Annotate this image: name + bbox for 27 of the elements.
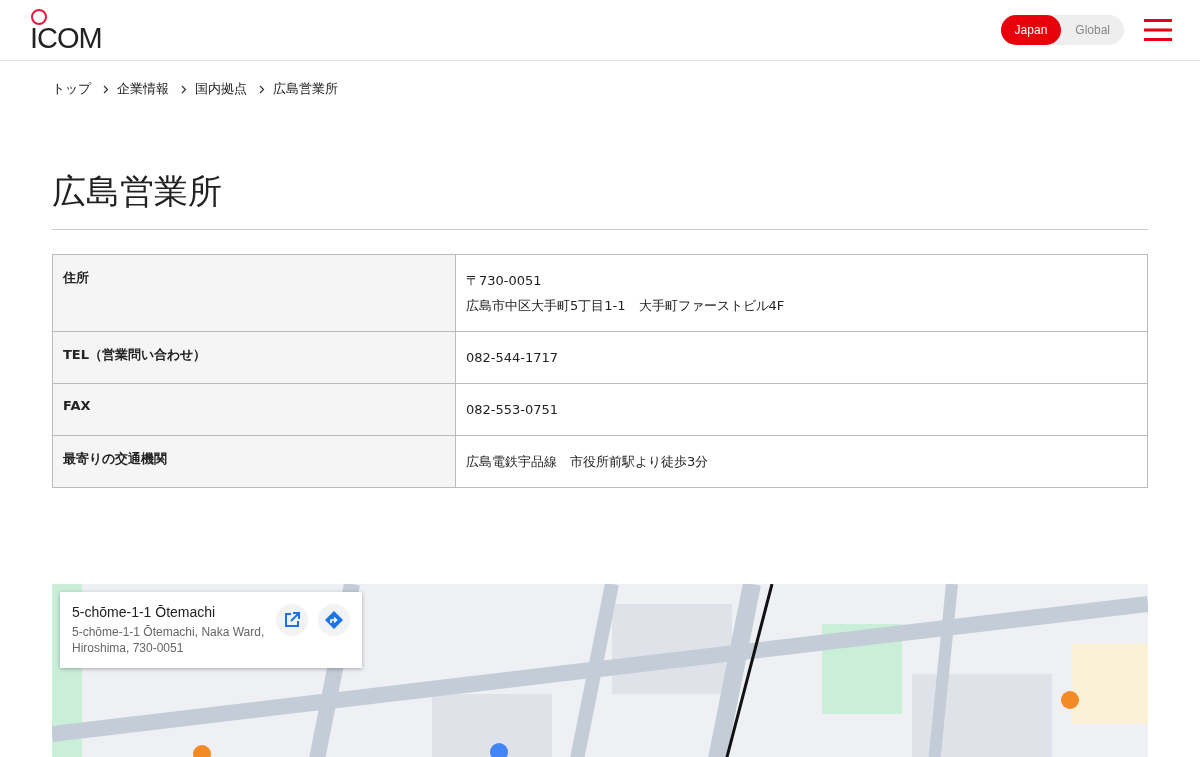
place-title: 5-chōme-1-1 Ōtemachi bbox=[72, 604, 217, 620]
row-value: 082-553-0751 bbox=[455, 383, 1148, 436]
menu-icon[interactable] bbox=[1144, 17, 1172, 43]
row-value: 〒730-0051 広島市中区大手町5丁目1-1 大手町ファーストビル4F bbox=[455, 254, 1148, 332]
row-label: TEL（営業問い合わせ） bbox=[52, 331, 456, 384]
row-label: 最寄りの交通機関 bbox=[52, 435, 456, 488]
external-link-icon bbox=[283, 611, 301, 629]
breadcrumb-link[interactable]: トップ bbox=[52, 80, 91, 98]
chevron-icon bbox=[181, 84, 187, 94]
page-title: 広島営業所 bbox=[52, 169, 1148, 230]
chevron-icon bbox=[103, 84, 109, 94]
logo-text: ICOM bbox=[30, 23, 102, 53]
row-label: 住所 bbox=[52, 254, 456, 332]
breadcrumb-link[interactable]: 企業情報 bbox=[117, 80, 169, 98]
row-label: FAX bbox=[52, 383, 456, 436]
region-option[interactable]: Japan bbox=[1000, 15, 1062, 45]
directions-button[interactable] bbox=[318, 604, 350, 636]
directions-icon bbox=[324, 610, 344, 630]
ring-icon bbox=[30, 7, 48, 26]
place-address: 5-chōme-1-1 Ōtemachi, Naka Ward, Hiroshima, 730-0051 bbox=[72, 624, 266, 656]
breadcrumb-link[interactable]: 広島営業所 bbox=[273, 80, 338, 98]
row-value: 082-544-1717 bbox=[455, 331, 1148, 384]
breadcrumb-link[interactable]: 国内拠点 bbox=[195, 80, 247, 98]
open-in-maps-button[interactable] bbox=[276, 604, 308, 636]
icom-logo[interactable]: ICOM bbox=[30, 7, 102, 53]
row-value: 広島電鉄宇品線 市役所前駅より徒歩3分 bbox=[455, 435, 1148, 488]
chevron-icon bbox=[259, 84, 265, 94]
